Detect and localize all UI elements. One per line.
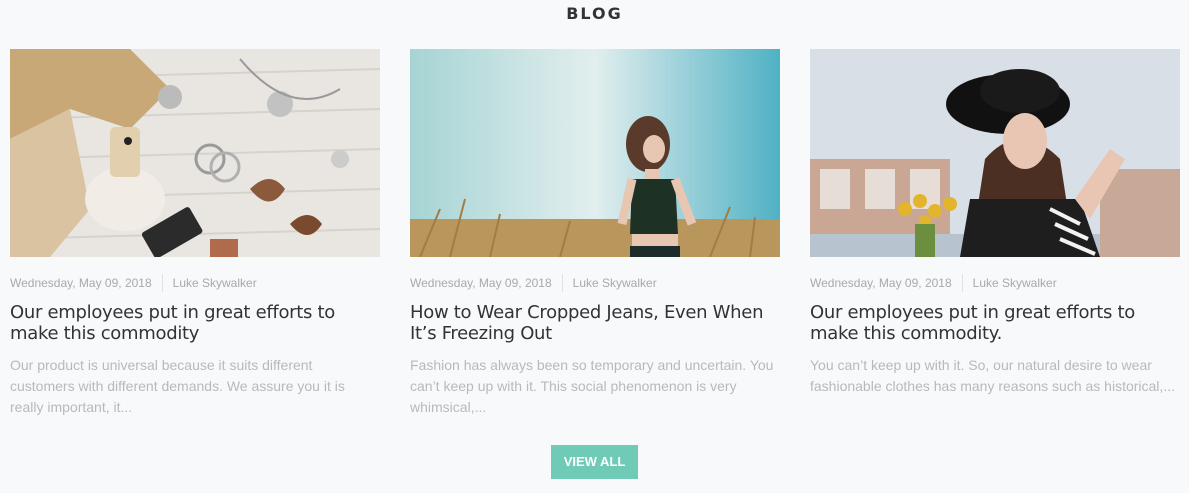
post-author[interactable]: Luke Skywalker — [173, 276, 257, 290]
post-title[interactable]: Our employees put in great efforts to ma… — [10, 302, 380, 344]
post-author[interactable]: Luke Skywalker — [573, 276, 657, 290]
blog-card: Wednesday, May 09, 2018 Luke Skywalker H… — [410, 49, 780, 418]
view-all-button[interactable]: VIEW ALL — [551, 445, 638, 479]
post-meta: Wednesday, May 09, 2018 Luke Skywalker — [10, 274, 380, 292]
post-excerpt: Our product is universal because it suit… — [10, 357, 345, 415]
post-image-field-girl[interactable] — [410, 49, 780, 257]
blog-card: Wednesday, May 09, 2018 Luke Skywalker O… — [10, 49, 380, 418]
section-title: BLOG — [566, 4, 623, 23]
post-date: Wednesday, May 09, 2018 — [10, 276, 152, 290]
post-image-jewelry[interactable] — [10, 49, 380, 257]
meta-divider — [161, 274, 163, 292]
post-author[interactable]: Luke Skywalker — [973, 276, 1057, 290]
post-image-hat-girl[interactable] — [810, 49, 1180, 257]
blog-card: Wednesday, May 09, 2018 Luke Skywalker O… — [810, 49, 1180, 397]
meta-divider — [961, 274, 963, 292]
post-excerpt: Fashion has always been so temporary and… — [410, 357, 774, 415]
post-title[interactable]: How to Wear Cropped Jeans, Even When It’… — [410, 302, 780, 344]
post-title[interactable]: Our employees put in great efforts to ma… — [810, 302, 1180, 344]
post-meta: Wednesday, May 09, 2018 Luke Skywalker — [810, 274, 1180, 292]
meta-divider — [561, 274, 563, 292]
post-excerpt: You can’t keep up with it. So, our natur… — [810, 357, 1175, 394]
post-date: Wednesday, May 09, 2018 — [410, 276, 552, 290]
post-meta: Wednesday, May 09, 2018 Luke Skywalker — [410, 274, 780, 292]
post-date: Wednesday, May 09, 2018 — [810, 276, 952, 290]
